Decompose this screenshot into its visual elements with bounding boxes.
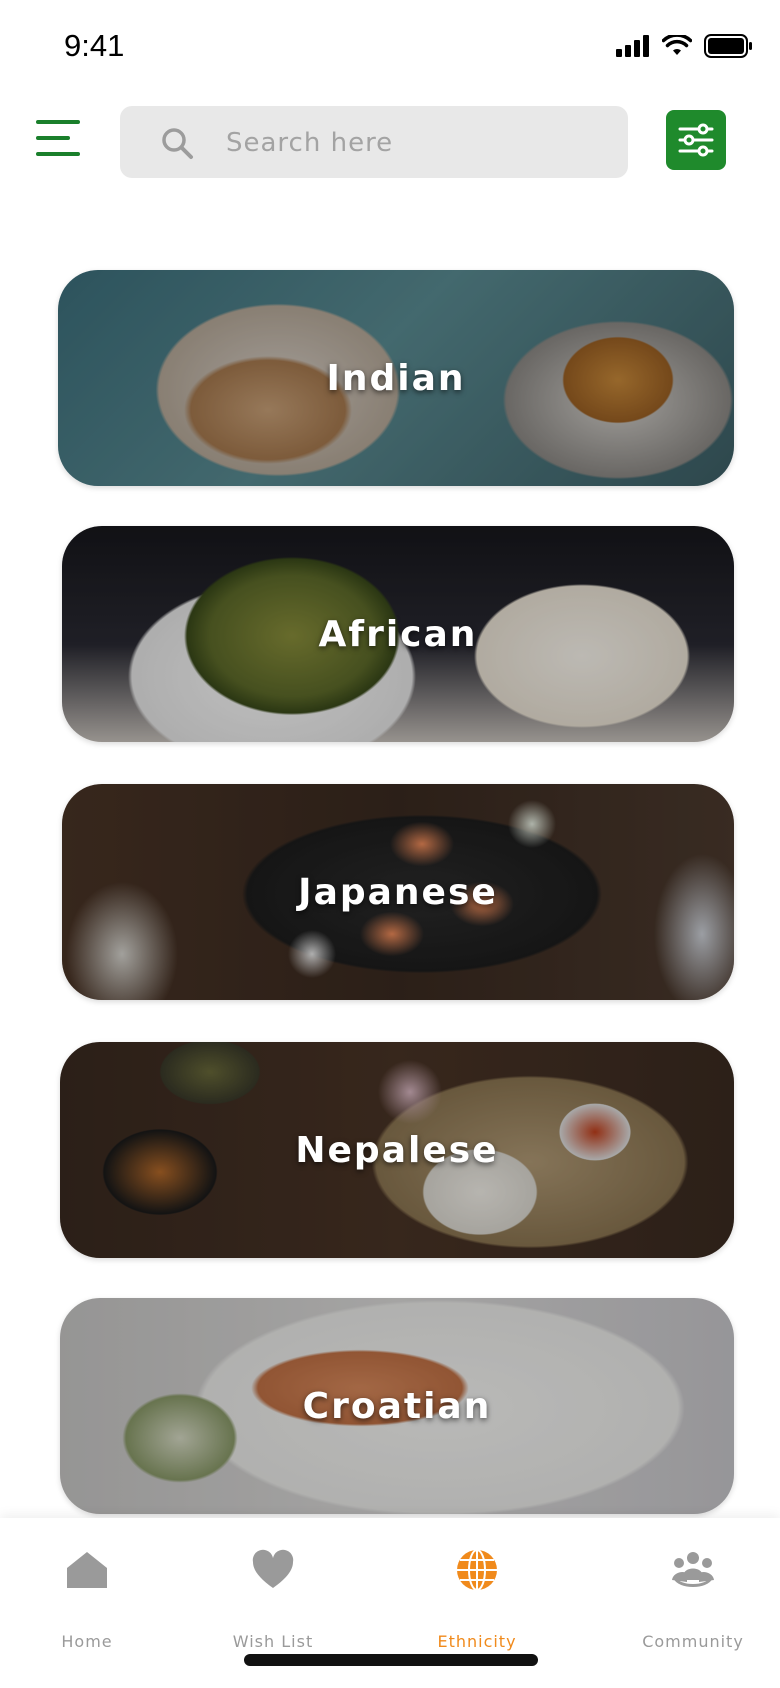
globe-icon — [457, 1549, 497, 1591]
card-label: African — [318, 613, 478, 655]
menu-button[interactable] — [36, 118, 84, 158]
category-card-nepalese[interactable]: Nepalese — [60, 1042, 734, 1258]
sliders-icon — [678, 123, 714, 157]
card-label: Indian — [326, 357, 466, 399]
category-card-african[interactable]: African — [62, 526, 734, 742]
nav-item-wish-list[interactable]: Wish List — [193, 1546, 353, 1651]
heart-icon — [252, 1549, 294, 1588]
wifi-icon — [662, 35, 692, 55]
status-icons — [616, 30, 752, 62]
nav-label: Wish List — [232, 1632, 314, 1651]
search-icon — [162, 128, 193, 159]
search-input[interactable] — [224, 120, 608, 166]
status-bar: 9:41 — [0, 0, 780, 96]
card-label: Japanese — [298, 871, 498, 913]
category-card-indian[interactable]: Indian — [58, 270, 734, 486]
home-indicator[interactable] — [244, 1654, 538, 1666]
filter-button[interactable] — [666, 110, 726, 170]
nav-item-ethnicity[interactable]: Ethnicity — [397, 1546, 557, 1651]
signal-icon — [616, 35, 649, 57]
search-bar[interactable] — [120, 106, 628, 178]
home-icon — [67, 1552, 107, 1588]
nav-label: Community — [642, 1632, 744, 1651]
card-label: Nepalese — [295, 1129, 499, 1171]
category-card-croatian[interactable]: Croatian — [60, 1298, 734, 1514]
nav-label: Ethnicity — [437, 1632, 517, 1651]
menu-icon — [36, 120, 80, 124]
card-label: Croatian — [302, 1385, 492, 1427]
nav-item-community[interactable]: Community — [613, 1546, 773, 1651]
battery-icon — [704, 34, 752, 58]
category-card-japanese[interactable]: Japanese — [62, 784, 734, 1000]
status-time: 9:41 — [64, 28, 125, 63]
nav-label: Home — [61, 1632, 113, 1651]
community-icon — [672, 1552, 714, 1587]
nav-item-home[interactable]: Home — [7, 1546, 167, 1651]
